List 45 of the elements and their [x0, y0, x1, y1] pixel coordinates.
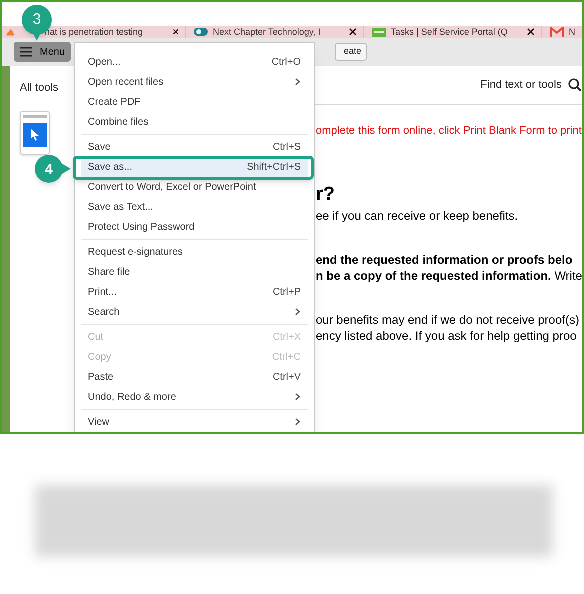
close-icon[interactable]	[349, 28, 357, 36]
menu-item[interactable]: Convert to Word, Excel or PowerPoint	[81, 177, 308, 197]
menu-item[interactable]: Save Ctrl+S	[81, 137, 308, 157]
close-icon[interactable]	[173, 28, 179, 36]
section-heading: r?	[316, 183, 336, 207]
body-text: ency listed above. If you ask for help getting proo	[316, 328, 578, 343]
cursor-icon	[30, 128, 40, 140]
toolbar-button[interactable]: eate	[335, 43, 367, 61]
search-icon[interactable]	[568, 78, 582, 92]
menu-item[interactable]: Create PDF	[81, 92, 308, 112]
menu-item[interactable]: Open recent files	[81, 72, 308, 92]
form-notice: omplete this form online, click Print Blank Form to print	[316, 124, 582, 139]
menu-item[interactable]: Paste Ctrl+V	[81, 367, 308, 387]
body-text: our benefits may end if we do not receive proof(s)	[316, 312, 580, 327]
menu-item[interactable]: Protect Using Password	[81, 217, 308, 237]
browser-tab[interactable]: Tasks | Self Service Portal (Q	[364, 26, 542, 38]
close-icon[interactable]	[527, 28, 535, 36]
body-text: n be a copy of the requested information. Write	[316, 268, 582, 283]
menu-item[interactable]: Save as Text...	[81, 197, 308, 217]
flame-icon	[6, 27, 15, 37]
chevron-right-icon	[295, 393, 301, 401]
menu-item[interactable]: Undo, Redo & more	[81, 387, 308, 407]
browser-tab[interactable]: Next Chapter Technology, I	[186, 26, 364, 38]
menu-button[interactable]: Menu	[14, 42, 72, 62]
search-label[interactable]: Find text or tools	[480, 76, 562, 94]
browser-tab[interactable]: N	[542, 26, 582, 38]
body-text: ee if you can receive or keep benefits.	[316, 208, 520, 223]
chevron-right-icon	[295, 418, 301, 426]
menu-item[interactable]: Open... Ctrl+O	[81, 52, 308, 72]
app-icon	[194, 27, 208, 37]
app-icon	[372, 28, 386, 36]
menu-item[interactable]: Save as... Shift+Ctrl+S	[81, 157, 308, 177]
menu-item[interactable]: Search	[81, 302, 308, 322]
menu-item[interactable]: View	[81, 412, 308, 432]
menu-item[interactable]: Request e-signatures	[81, 242, 308, 262]
menu-item[interactable]: Print... Ctrl+P	[81, 282, 308, 302]
body-text: end the requested information or proofs belo	[316, 252, 574, 267]
select-tool[interactable]	[20, 110, 50, 154]
sidebar-title: All tools	[20, 81, 60, 96]
menu-icon	[20, 47, 32, 57]
menu-item[interactable]: Share file	[81, 262, 308, 282]
chevron-right-icon	[295, 78, 301, 86]
menu-item[interactable]: Combine files	[81, 112, 308, 132]
mail-icon	[550, 27, 564, 37]
chevron-right-icon	[295, 308, 301, 316]
